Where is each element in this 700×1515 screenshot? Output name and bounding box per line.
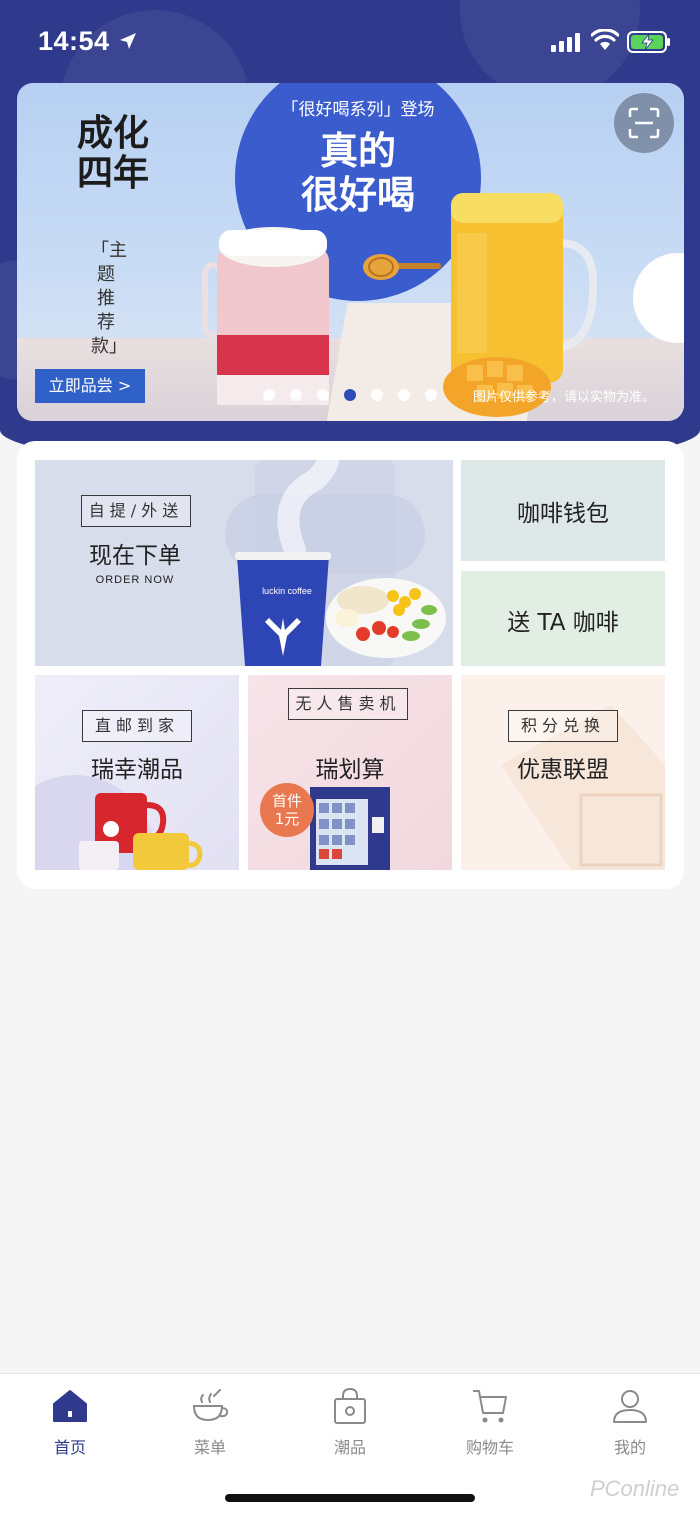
banner-theme-label: 「主题推荐款」: [91, 240, 127, 357]
carousel-dot[interactable]: [398, 389, 410, 401]
coffee-cup-brand: luckin coffee: [262, 586, 312, 596]
coffee-cup-image: [235, 552, 331, 666]
carousel-dot[interactable]: [344, 389, 356, 401]
vending-title: 瑞划算: [315, 757, 385, 783]
cellular-signal-icon: [551, 33, 580, 52]
scan-button[interactable]: [614, 93, 674, 153]
tab-home[interactable]: 首页: [0, 1382, 140, 1462]
tab-profile[interactable]: 我的: [560, 1382, 700, 1462]
vending-tag: 无人售卖机: [288, 688, 408, 720]
location-arrow-icon: [120, 33, 136, 49]
tab-home-label: 首页: [53, 1438, 86, 1457]
order-now-tag: 自提/外送: [81, 495, 191, 527]
first-item-badge: 首件 1元: [260, 783, 314, 837]
vending-tile[interactable]: 无人售卖机 瑞划算 首件 1元: [248, 675, 452, 870]
tab-menu-label: 菜单: [193, 1438, 226, 1457]
scan-icon: [628, 107, 660, 139]
tab-merch-label: 潮品: [333, 1438, 366, 1457]
banner-calligraphy-title: 成化四年: [77, 112, 150, 194]
wifi-icon: [591, 29, 619, 50]
carousel-dot[interactable]: [317, 389, 329, 401]
battery-charging-icon: [627, 31, 670, 53]
points-tile[interactable]: 积分兑换 优惠联盟: [461, 675, 665, 870]
vending-machine-image: [310, 787, 390, 870]
salad-plate-image: [326, 578, 446, 658]
banner-decoration: [633, 253, 684, 343]
order-now-subtitle: ORDER NOW: [95, 574, 175, 586]
watermark-logo: PConline: [590, 1476, 680, 1501]
banner-headline-line2: 很好喝: [300, 172, 415, 217]
order-now-title: 现在下单: [89, 543, 181, 569]
carousel-indicator[interactable]: [263, 389, 437, 403]
carousel-dot[interactable]: [371, 389, 383, 401]
home-indicator[interactable]: [225, 1494, 475, 1502]
banner-headline: 真的 很好喝: [235, 129, 481, 217]
tab-cart[interactable]: 购物车: [420, 1382, 560, 1462]
carousel-dot[interactable]: [263, 389, 275, 401]
cart-icon: [473, 1390, 507, 1423]
tab-cart-label: 购物车: [465, 1438, 514, 1457]
gift-coffee-tile[interactable]: 送 TA 咖啡: [461, 571, 665, 666]
merch-title: 瑞幸潮品: [91, 757, 183, 783]
tab-merch[interactable]: 潮品: [280, 1382, 420, 1462]
strawberry-drink-image: [202, 227, 329, 405]
mugs-image: [79, 793, 203, 870]
badge-line2: 1元: [274, 810, 300, 828]
mango-cubes-image: [443, 357, 551, 417]
points-tag: 积分兑换: [508, 710, 618, 742]
honey-dipper-image: [363, 254, 441, 280]
coffee-wallet-title: 咖啡钱包: [517, 501, 609, 527]
status-bar: 14:54: [0, 0, 700, 84]
carousel-dot[interactable]: [425, 389, 437, 401]
bag-icon: [334, 1387, 366, 1424]
banner-headline-line1: 真的: [319, 128, 396, 173]
points-title: 优惠联盟: [517, 757, 609, 783]
status-time: 14:54: [38, 26, 110, 56]
bottom-tab-bar: 首页 菜单 潮品 购物车 我的 PConline: [0, 1373, 700, 1515]
tab-profile-label: 我的: [613, 1438, 646, 1457]
try-now-button[interactable]: 立即品尝 >: [35, 369, 145, 403]
merch-tile[interactable]: 直邮到家 瑞幸潮品: [35, 675, 239, 870]
house-icon: [53, 1390, 87, 1422]
feature-grid-card: 自提/外送 现在下单 ORDER NOW luckin coffee 咖啡钱包 …: [17, 441, 684, 889]
carousel-dot[interactable]: [290, 389, 302, 401]
merch-tag: 直邮到家: [82, 710, 192, 742]
person-icon: [613, 1390, 647, 1423]
coffee-cup-icon: [192, 1389, 229, 1422]
banner-series-tag: 「很好喝系列」登场: [281, 100, 435, 120]
badge-line1: 首件: [271, 792, 302, 810]
gift-coffee-title: 送 TA 咖啡: [507, 610, 619, 636]
order-now-tile[interactable]: 自提/外送 现在下单 ORDER NOW luckin coffee: [35, 460, 453, 666]
tab-menu[interactable]: 菜单: [140, 1382, 280, 1462]
banner-disclaimer: 图片仅供参考，请以实物为准。: [473, 390, 656, 405]
promo-banner[interactable]: 「很好喝系列」登场 真的 很好喝 成化四年 「主题推荐款」 立即品尝 > 图片仅…: [17, 83, 684, 421]
coffee-wallet-tile[interactable]: 咖啡钱包: [461, 460, 665, 561]
